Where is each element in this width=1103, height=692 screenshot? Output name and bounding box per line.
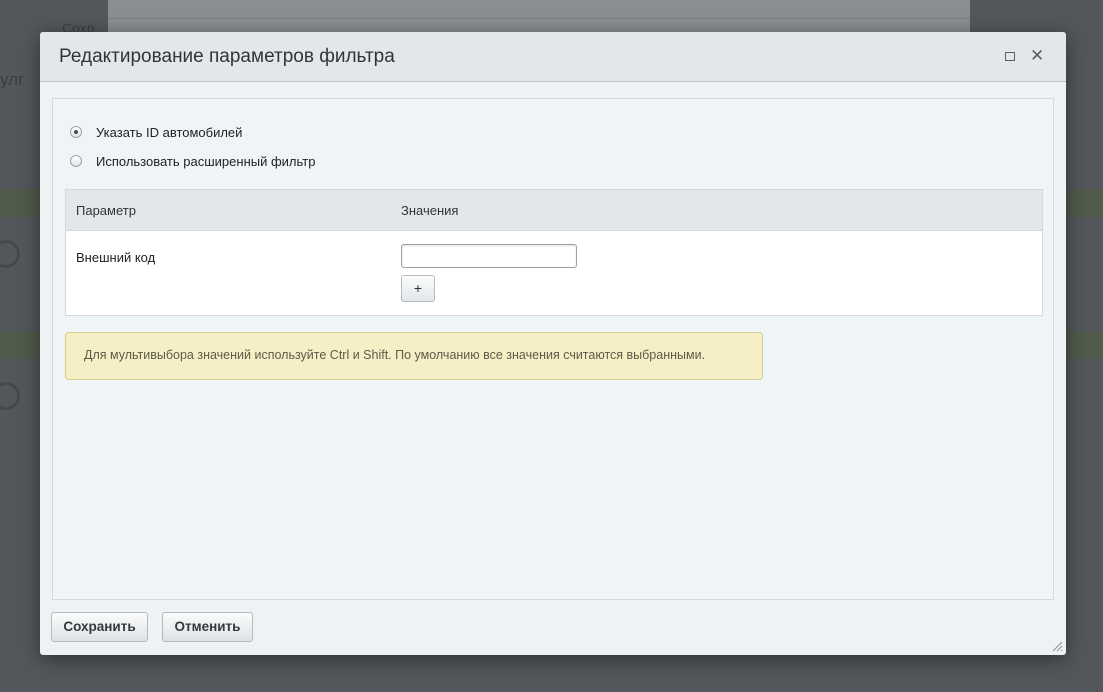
background-text: улг bbox=[0, 70, 25, 89]
dialog-content: Указать ID автомобилей Использовать расш… bbox=[52, 98, 1054, 600]
radio-advanced-filter[interactable]: Использовать расширенный фильтр bbox=[70, 152, 315, 170]
radio-label: Указать ID автомобилей bbox=[96, 124, 243, 140]
column-header-values: Значения bbox=[401, 203, 459, 218]
external-code-input[interactable] bbox=[401, 244, 577, 268]
save-button[interactable]: Сохранить bbox=[51, 612, 148, 642]
background-window bbox=[108, 0, 970, 34]
radio-button[interactable] bbox=[70, 126, 82, 138]
multiselect-hint: Для мультивыбора значений используйте Ct… bbox=[65, 332, 763, 380]
column-header-param: Параметр bbox=[76, 203, 136, 218]
add-value-button[interactable]: + bbox=[401, 275, 435, 302]
table-header: Параметр Значения bbox=[66, 190, 1042, 231]
background-icon bbox=[0, 240, 20, 268]
maximize-icon[interactable] bbox=[1003, 49, 1017, 63]
params-table: Параметр Значения Внешний код + bbox=[65, 189, 1043, 316]
filter-edit-dialog: Редактирование параметров фильтра ✕ Указ… bbox=[40, 32, 1066, 655]
dialog-title: Редактирование параметров фильтра bbox=[59, 46, 395, 67]
dialog-header: Редактирование параметров фильтра ✕ bbox=[40, 32, 1066, 82]
radio-button[interactable] bbox=[70, 155, 82, 167]
radio-specify-ids[interactable]: Указать ID автомобилей bbox=[70, 123, 242, 141]
resize-handle-icon[interactable] bbox=[1051, 640, 1063, 652]
background-icon bbox=[0, 382, 20, 410]
param-name-external-code: Внешний код bbox=[76, 250, 156, 265]
close-icon[interactable]: ✕ bbox=[1030, 47, 1044, 64]
cancel-button[interactable]: Отменить bbox=[162, 612, 253, 642]
radio-label: Использовать расширенный фильтр bbox=[96, 153, 316, 169]
